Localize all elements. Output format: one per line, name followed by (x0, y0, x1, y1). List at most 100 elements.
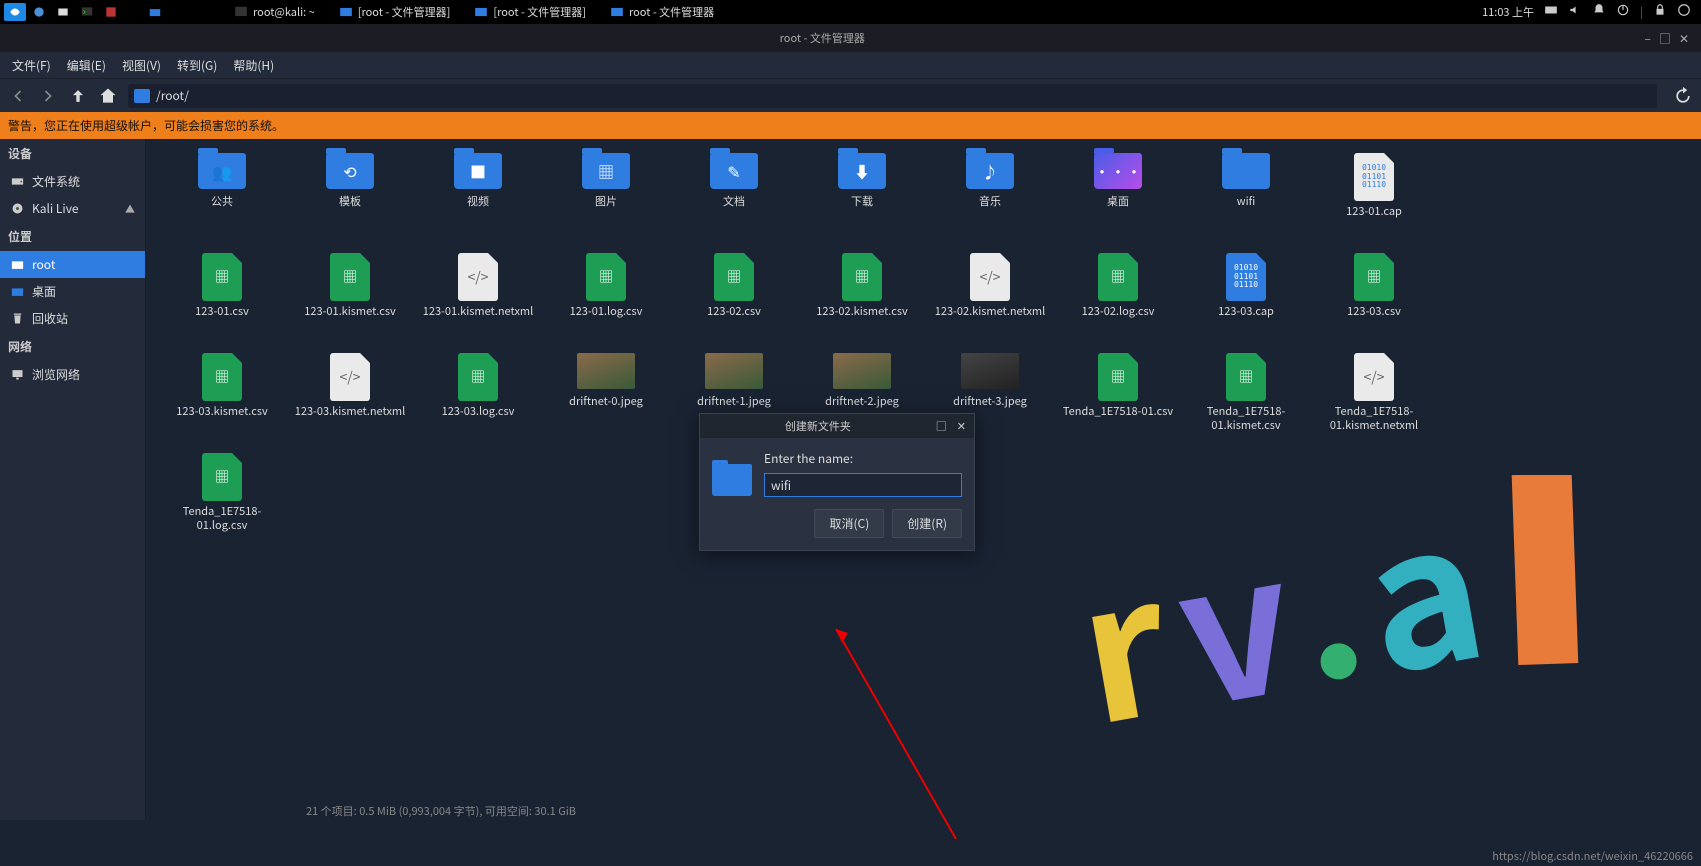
file-item[interactable]: ▦123-02.csv (674, 251, 794, 343)
launcher-files-icon[interactable] (52, 3, 74, 21)
sidebar-label: root (32, 256, 55, 273)
dialog-maximize-button[interactable]: □ (936, 418, 947, 434)
launcher-folder-icon[interactable] (144, 3, 166, 21)
file-item[interactable]: 👥公共 (162, 151, 282, 243)
file-item[interactable]: wifi (1186, 151, 1306, 243)
spreadsheet-icon: ▦ (1354, 253, 1394, 301)
new-folder-dialog: 创建新文件夹 □ ✕ Enter the name: 取消(C) 创建(R) (699, 413, 975, 551)
file-label: 123-03.csv (1347, 305, 1401, 319)
file-item[interactable]: ■视频 (418, 151, 538, 243)
sidebar-label: 桌面 (32, 283, 56, 300)
file-item[interactable]: ▦123-01.kismet.csv (290, 251, 410, 343)
os-taskbar: root@kali: ~ [root - 文件管理器] [root - 文件管理… (0, 0, 1701, 24)
file-label: 123-02.log.csv (1082, 305, 1155, 319)
menu-file[interactable]: 文件(F) (6, 53, 57, 78)
image-thumbnail-icon (705, 353, 763, 389)
file-label: driftnet-1.jpeg (697, 395, 771, 409)
volume-icon[interactable] (1568, 3, 1582, 21)
lock-icon[interactable] (1653, 3, 1667, 21)
file-label: 123-01.kismet.netxml (423, 305, 534, 319)
logout-icon[interactable] (1677, 3, 1691, 21)
file-item[interactable]: </>123-02.kismet.netxml (930, 251, 1050, 343)
file-item[interactable]: •••桌面 (1058, 151, 1178, 243)
file-item[interactable]: ▦123-03.log.csv (418, 351, 538, 443)
task-label: [root - 文件管理器] (493, 4, 586, 20)
back-button[interactable] (8, 86, 28, 106)
file-item[interactable]: ▦123-01.csv (162, 251, 282, 343)
file-item[interactable]: ▦123-01.log.csv (546, 251, 666, 343)
file-label: 公共 (211, 195, 233, 209)
menu-view[interactable]: 视图(V) (116, 53, 167, 78)
sidebar-item-kali-live[interactable]: Kali Live ▲ (0, 195, 145, 222)
minimize-button[interactable]: – (1644, 30, 1650, 47)
sidebar-item-filesystem[interactable]: 文件系统 (0, 168, 145, 195)
file-label: 123-03.log.csv (442, 405, 515, 419)
file-item[interactable]: ▦图片 (546, 151, 666, 243)
task-file-manager-3[interactable]: root - 文件管理器 (602, 2, 722, 22)
sidebar-item-desktop[interactable]: 桌面 (0, 278, 145, 305)
os-launchers (0, 3, 166, 21)
task-file-manager-2[interactable]: [root - 文件管理器] (466, 2, 594, 22)
cancel-button[interactable]: 取消(C) (814, 509, 884, 538)
file-item[interactable]: ✎文档 (674, 151, 794, 243)
sidebar-item-root[interactable]: root (0, 251, 145, 278)
file-item[interactable]: ⟲模板 (290, 151, 410, 243)
folder-icon (1222, 153, 1270, 189)
folder-icon: ♪ (966, 153, 1014, 189)
cd-icon (10, 201, 25, 216)
file-label: 桌面 (1107, 195, 1129, 209)
dialog-label: Enter the name: (764, 450, 962, 467)
folder-name-input[interactable] (764, 473, 962, 497)
file-item[interactable]: ▦ 123-02.kismet.csv (802, 251, 922, 343)
folder-icon (712, 464, 752, 496)
task-terminal[interactable]: root@kali: ~ (226, 2, 323, 22)
nav-toolbar: /root/ (0, 78, 1701, 112)
up-button[interactable] (68, 86, 88, 106)
sidebar-item-network[interactable]: 浏览网络 (0, 361, 145, 388)
kali-menu-icon[interactable] (4, 3, 26, 21)
warning-text: 警告，您正在使用超级帐户，可能会损害您的系统。 (8, 117, 284, 134)
file-item[interactable]: ▦Tenda_1E7518-01.kismet.csv (1186, 351, 1306, 443)
file-item[interactable]: </>123-03.kismet.netxml (290, 351, 410, 443)
file-item[interactable]: 010100110101110123-01.cap (1314, 151, 1434, 243)
maximize-button[interactable]: □ (1659, 30, 1671, 47)
launcher-terminal-icon[interactable] (76, 3, 98, 21)
reload-button[interactable] (1673, 86, 1693, 106)
file-item[interactable]: 010100110101110123-03.cap (1186, 251, 1306, 343)
home-button[interactable] (98, 86, 118, 106)
file-item[interactable]: ▦Tenda_1E7518-01.log.csv (162, 451, 282, 543)
file-label: 123-02.kismet.csv (816, 305, 907, 319)
file-label: Tenda_1E7518-01.log.csv (163, 505, 281, 533)
file-label: 音乐 (979, 195, 1001, 209)
path-bar[interactable]: /root/ (128, 84, 1657, 108)
eject-icon[interactable]: ▲ (125, 201, 135, 216)
menu-edit[interactable]: 编辑(E) (61, 53, 112, 78)
dialog-close-button[interactable]: ✕ (957, 418, 966, 434)
file-item[interactable]: ▦123-03.kismet.csv (162, 351, 282, 443)
file-view[interactable]: 👥公共⟲模板■视频▦图片✎文档⬇下载 ♪ 音乐 •••桌面wifi0101001101… (146, 139, 1701, 820)
task-file-manager-1[interactable]: [root - 文件管理器] (331, 2, 459, 22)
menu-goto[interactable]: 转到(G) (171, 53, 223, 78)
file-label: 123-01.log.csv (570, 305, 643, 319)
sidebar-item-trash[interactable]: 回收站 (0, 305, 145, 332)
file-item[interactable]: ▦Tenda_1E7518-01.csv (1058, 351, 1178, 443)
file-item[interactable]: driftnet-0.jpeg (546, 351, 666, 443)
file-item[interactable]: ⬇下载 (802, 151, 922, 243)
launcher-browser-icon[interactable] (28, 3, 50, 21)
file-item[interactable]: ♪ 音乐 (930, 151, 1050, 243)
menu-help[interactable]: 帮助(H) (227, 53, 280, 78)
file-item[interactable]: </>Tenda_1E7518-01.kismet.netxml (1314, 351, 1434, 443)
close-button[interactable]: ✕ (1679, 30, 1689, 47)
forward-button[interactable] (38, 86, 58, 106)
sidebar-label: 文件系统 (32, 173, 80, 190)
file-item[interactable]: ▦ 123-03.csv (1314, 251, 1434, 343)
create-button[interactable]: 创建(R) (892, 509, 962, 538)
power-icon[interactable] (1616, 3, 1630, 21)
spreadsheet-icon: ▦ (842, 253, 882, 301)
file-item[interactable]: ▦123-02.log.csv (1058, 251, 1178, 343)
file-item[interactable]: </>123-01.kismet.netxml (418, 251, 538, 343)
launcher-app-icon[interactable] (100, 3, 122, 21)
keyboard-icon[interactable] (1544, 3, 1558, 21)
notification-icon[interactable] (1592, 3, 1606, 21)
sidebar: 设备 文件系统 Kali Live ▲ 位置 root 桌面 回收站 网络 浏览… (0, 139, 146, 820)
